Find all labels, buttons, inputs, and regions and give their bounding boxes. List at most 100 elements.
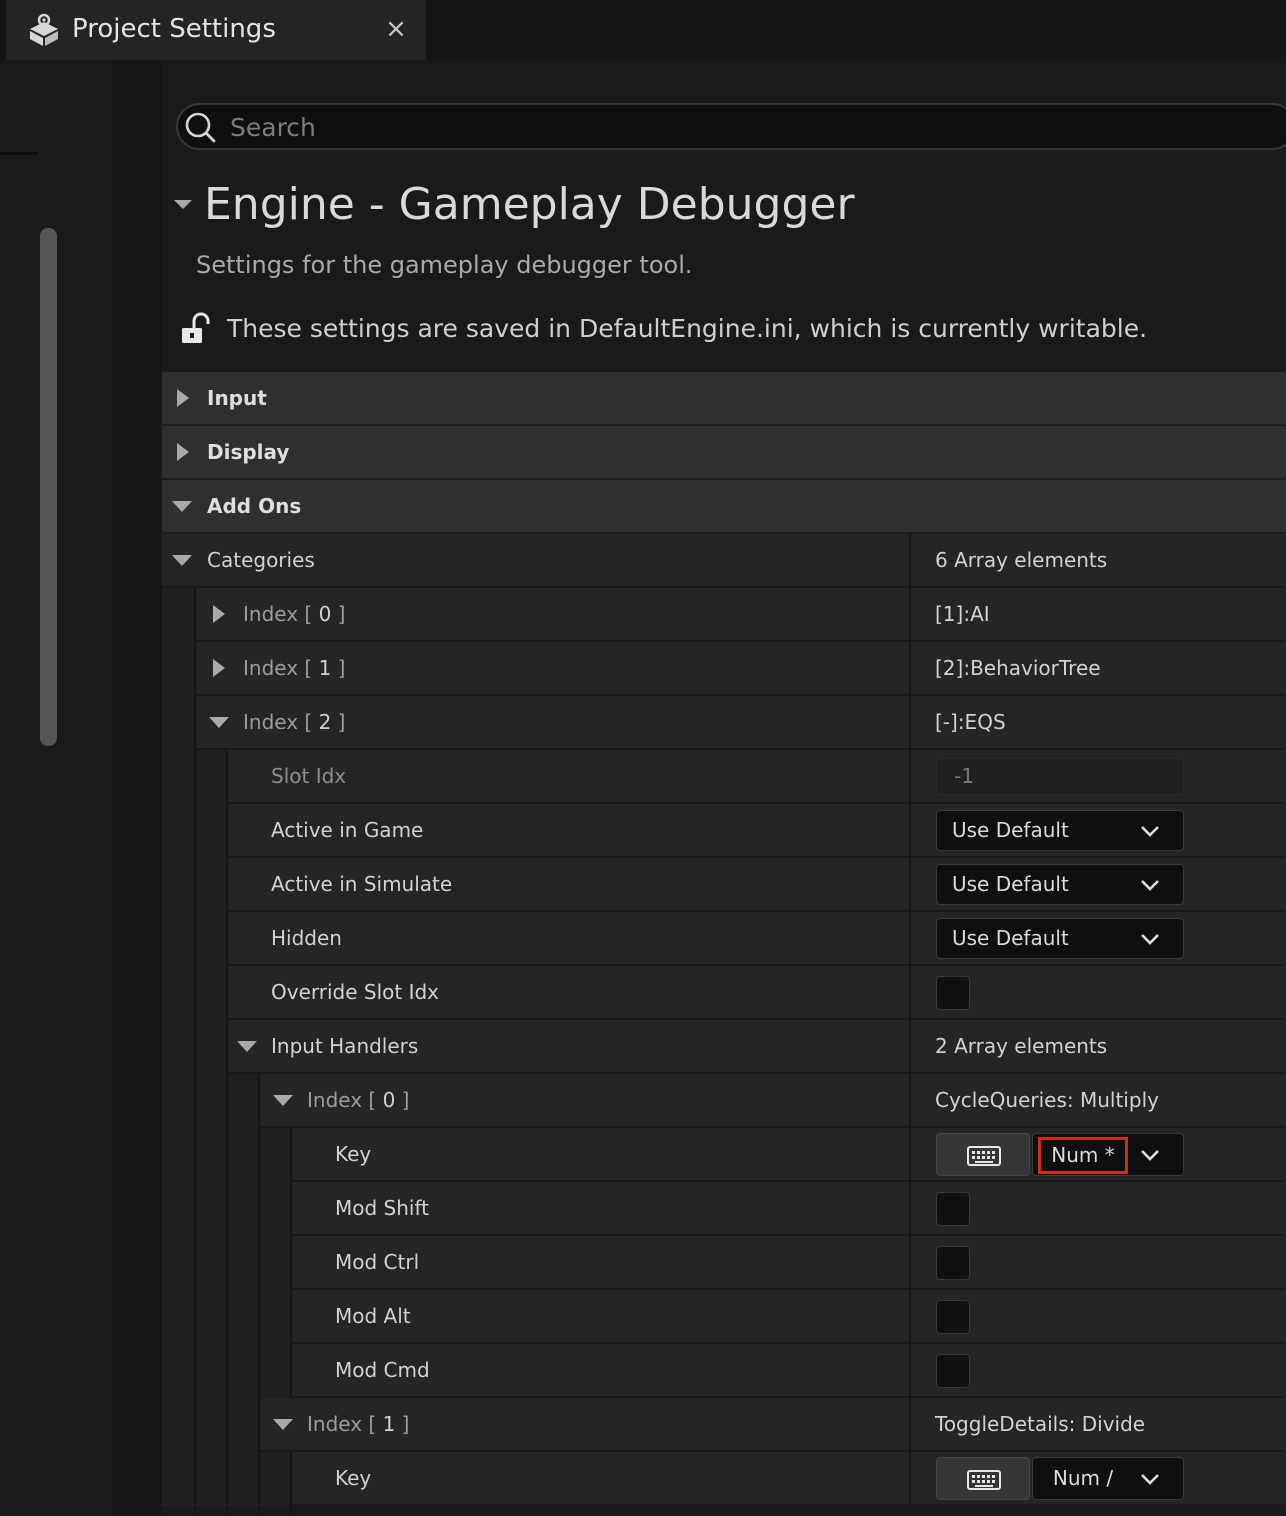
close-icon[interactable]: × (376, 12, 416, 46)
column-splitter[interactable] (909, 1398, 911, 1452)
property-label: Mod Ctrl (335, 1250, 420, 1274)
key-capture-button[interactable] (936, 1133, 1030, 1176)
property-label: Override Slot Idx (271, 980, 440, 1004)
category-input[interactable]: Input (162, 372, 1286, 425)
key-value: Num / (1052, 1466, 1114, 1490)
array-index-label: Index [ 0 ] (307, 1088, 410, 1112)
column-splitter[interactable] (909, 1074, 911, 1128)
chevron-down-icon (1141, 1150, 1159, 1161)
array-item-index-1[interactable]: Index [ 1 ] [2]:BehaviorTree (162, 642, 1286, 696)
key-value: Num * (1038, 1137, 1128, 1174)
indent-guide (162, 642, 194, 696)
column-splitter[interactable] (909, 1020, 911, 1074)
indent-guide (162, 1398, 258, 1452)
property-value: 6 Array elements (935, 548, 1108, 572)
column-splitter[interactable] (909, 1344, 911, 1398)
left-panel-divider (0, 152, 38, 155)
property-value: ToggleDetails: Divide (935, 1412, 1146, 1436)
key-dropdown[interactable]: Num / (1032, 1457, 1184, 1500)
search-icon (184, 111, 216, 143)
mod-ctrl-checkbox[interactable] (936, 1246, 970, 1280)
property-value: 2 Array elements (935, 1034, 1108, 1058)
property-override-slot-idx: Override Slot Idx (162, 966, 1286, 1020)
tab-title: Project Settings (72, 14, 276, 44)
column-splitter[interactable] (909, 858, 911, 912)
collapse-arrow-icon (172, 555, 192, 566)
property-mod-cmd: Mod Cmd (162, 1344, 1286, 1398)
property-slot-idx: Slot Idx -1 (162, 750, 1286, 804)
active-in-game-dropdown[interactable]: Use Default (936, 810, 1184, 851)
collapse-arrow-icon (237, 1041, 257, 1052)
config-file-notice: These settings are saved in DefaultEngin… (227, 314, 1148, 343)
category-add-ons[interactable]: Add Ons (162, 480, 1286, 533)
key-capture-button[interactable] (936, 1457, 1030, 1500)
property-label: Mod Cmd (335, 1358, 430, 1382)
property-categories[interactable]: Categories 6 Array elements (162, 534, 1286, 588)
hidden-dropdown[interactable]: Use Default (936, 918, 1184, 959)
column-splitter[interactable] (909, 804, 911, 858)
collapse-arrow-icon (209, 717, 229, 728)
override-slot-idx-checkbox[interactable] (936, 976, 970, 1010)
dropdown-value: Use Default (952, 926, 1069, 950)
indent-line (290, 1128, 292, 1398)
settings-cube-icon (24, 12, 64, 48)
chevron-down-icon (1141, 880, 1159, 891)
project-settings-tab[interactable]: Project Settings × (6, 0, 426, 60)
key-dropdown[interactable]: Num * (1032, 1133, 1184, 1176)
expand-arrow-icon (177, 443, 189, 461)
category-label: Add Ons (207, 494, 302, 518)
mod-alt-checkbox[interactable] (936, 1300, 970, 1334)
column-splitter[interactable] (909, 912, 911, 966)
search-input[interactable] (230, 109, 1130, 145)
property-label: Active in Simulate (271, 872, 453, 896)
column-splitter[interactable] (909, 1236, 911, 1290)
property-value: [-]:EQS (935, 710, 1006, 734)
input-handler-index-1[interactable]: Index [ 1 ] ToggleDetails: Divide (162, 1398, 1286, 1452)
array-index-label: Index [ 0 ] (243, 602, 346, 626)
property-value: CycleQueries: Multiply (935, 1088, 1159, 1112)
column-splitter[interactable] (909, 750, 911, 804)
indent-line (194, 588, 196, 1516)
column-splitter[interactable] (909, 1182, 911, 1236)
column-splitter[interactable] (909, 534, 911, 588)
column-splitter[interactable] (909, 588, 911, 642)
expand-arrow-icon (213, 605, 225, 623)
property-input-handlers[interactable]: Input Handlers 2 Array elements (162, 1020, 1286, 1074)
active-in-simulate-dropdown[interactable]: Use Default (936, 864, 1184, 905)
column-splitter[interactable] (909, 696, 911, 750)
mod-cmd-checkbox[interactable] (936, 1354, 970, 1388)
property-mod-ctrl: Mod Ctrl (162, 1236, 1286, 1290)
array-index-label: Index [ 2 ] (243, 710, 346, 734)
property-mod-shift: Mod Shift (162, 1182, 1286, 1236)
chevron-down-icon (1141, 1474, 1159, 1485)
column-splitter[interactable] (909, 1128, 911, 1182)
property-label: Mod Alt (335, 1304, 411, 1328)
column-splitter[interactable] (909, 1452, 911, 1506)
column-splitter[interactable] (909, 642, 911, 696)
array-item-index-2[interactable]: Index [ 2 ] [-]:EQS (162, 696, 1286, 750)
indent-line (226, 750, 228, 1516)
section-collapse-arrow-icon[interactable] (174, 196, 192, 214)
dropdown-value: Use Default (952, 872, 1069, 896)
indent-line (290, 1452, 292, 1516)
collapse-arrow-icon (172, 501, 192, 512)
property-active-in-simulate: Active in Simulate Use Default (162, 858, 1286, 912)
array-item-index-0[interactable]: Index [ 0 ] [1]:AI (162, 588, 1286, 642)
array-index-label: Index [ 1 ] (243, 656, 346, 680)
column-splitter[interactable] (909, 1290, 911, 1344)
scrollbar[interactable] (40, 228, 57, 746)
indent-guide (162, 1074, 258, 1128)
slot-idx-field: -1 (936, 758, 1184, 795)
property-label: Key (335, 1142, 372, 1166)
category-label: Display (207, 440, 290, 464)
input-handler-index-0[interactable]: Index [ 0 ] CycleQueries: Multiply (162, 1074, 1286, 1128)
mod-shift-checkbox[interactable] (936, 1192, 970, 1226)
category-display[interactable]: Display (162, 426, 1286, 479)
unlocked-icon (180, 312, 212, 346)
property-value: [2]:BehaviorTree (935, 656, 1101, 680)
column-splitter[interactable] (909, 966, 911, 1020)
keyboard-icon (967, 1146, 1001, 1166)
property-label: Slot Idx (271, 764, 347, 788)
expand-arrow-icon (177, 389, 189, 407)
search-box[interactable] (176, 103, 1286, 150)
